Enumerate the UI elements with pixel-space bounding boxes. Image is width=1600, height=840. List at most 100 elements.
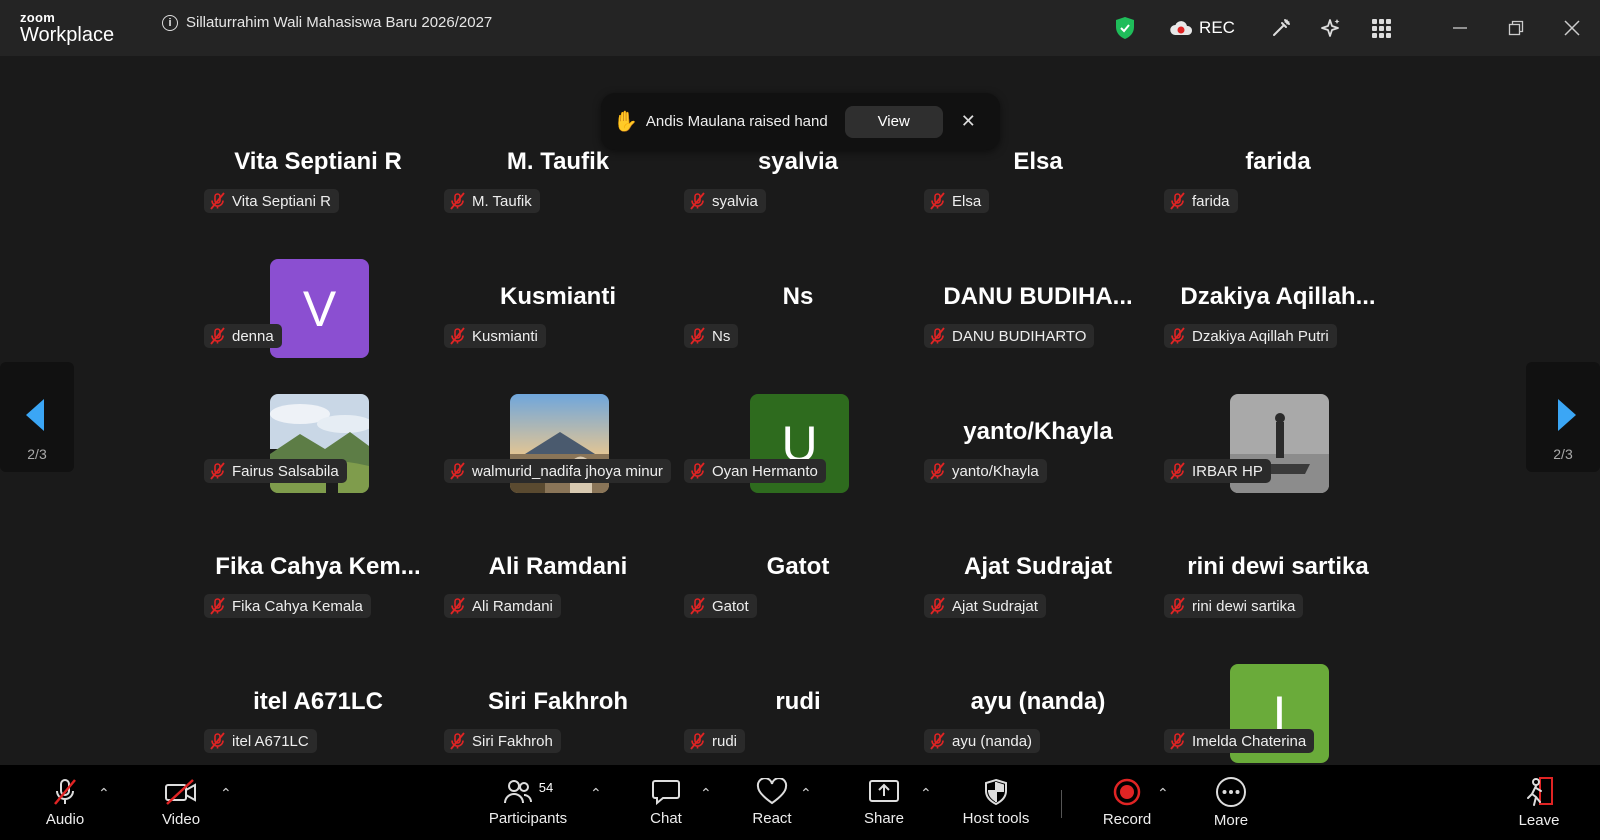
mic-muted-icon	[930, 327, 945, 345]
mic-muted-icon	[210, 732, 225, 750]
record-button[interactable]: Record	[1102, 765, 1152, 840]
close-window-icon[interactable]	[1544, 0, 1600, 56]
participant-display-name: Vita Septiani R	[234, 148, 402, 175]
notification-message: Andis Maulana raised hand	[645, 113, 828, 130]
participant-display-name: Ali Ramdani	[488, 553, 628, 580]
apps-grid-icon[interactable]	[1356, 0, 1406, 56]
mic-muted-icon	[930, 192, 945, 210]
participant-tile[interactable]: Dzakiya Aqillah... Dzakiya Aqillah Putri	[1160, 269, 1396, 397]
mic-muted-icon	[450, 192, 465, 210]
participant-tile[interactable]: Ajat Sudrajat Ajat Sudrajat	[920, 539, 1156, 667]
participants-options-chevron-up-icon[interactable]: ⌃	[590, 785, 602, 802]
info-icon[interactable]: i	[162, 14, 178, 31]
participant-tile[interactable]: U Oyan Hermanto	[680, 394, 916, 532]
host-tools-shield-icon	[985, 778, 1007, 806]
participant-name-tag: denna	[204, 324, 282, 348]
video-options-chevron-up-icon[interactable]: ⌃	[220, 785, 232, 802]
participant-display-name: Ns	[782, 283, 814, 310]
participant-name-tag: rudi	[684, 729, 746, 753]
minimize-icon[interactable]	[1432, 0, 1488, 56]
share-button[interactable]: Share	[859, 765, 909, 840]
participant-tile[interactable]: Elsa Elsa	[920, 134, 1156, 262]
participant-tile[interactable]: walmurid_nadifa jhoya minur	[440, 394, 676, 532]
participant-name-tag: Gatot	[684, 594, 757, 618]
react-options-chevron-up-icon[interactable]: ⌃	[800, 785, 812, 802]
mic-muted-icon	[930, 732, 945, 750]
arrow-right-icon	[1558, 399, 1576, 431]
audio-options-chevron-up-icon[interactable]: ⌃	[98, 785, 110, 802]
close-icon[interactable]: ✕	[961, 111, 976, 132]
participant-name-label: Ali Ramdani	[472, 597, 553, 615]
participant-name-tag: ayu (nanda)	[924, 729, 1041, 753]
participant-name-tag: Fairus Salsabila	[204, 459, 347, 483]
participant-tile[interactable]: Gatot Gatot	[680, 539, 916, 667]
next-page-button[interactable]: 2/3	[1526, 362, 1600, 472]
mic-muted-icon	[450, 597, 465, 615]
cloud-icon	[1170, 21, 1193, 35]
participant-name-tag: Fika Cahya Kemala	[204, 594, 371, 618]
participants-icon	[503, 780, 532, 804]
participant-name-label: Ajat Sudrajat	[952, 597, 1038, 615]
participant-name-label: walmurid_nadifa jhoya minur	[472, 462, 663, 480]
participant-name-tag: Vita Septiani R	[204, 189, 339, 213]
title-bar: zoom Workplace i Sillaturrahim Wali Maha…	[0, 0, 1600, 56]
participant-tile[interactable]: yanto/Khayla yanto/Khayla	[920, 404, 1156, 532]
participant-tile[interactable]: Fairus Salsabila	[200, 394, 436, 532]
video-button[interactable]: Video	[156, 765, 206, 840]
participant-name-tag: IRBAR HP	[1164, 459, 1271, 483]
chat-options-chevron-up-icon[interactable]: ⌃	[700, 785, 712, 802]
encryption-shield-icon[interactable]	[1100, 0, 1150, 56]
ai-companion-sparkle-icon[interactable]	[1306, 0, 1356, 56]
mic-muted-icon	[1170, 462, 1185, 480]
participant-tile[interactable]: Vdenna	[200, 259, 436, 397]
share-options-chevron-up-icon[interactable]: ⌃	[920, 785, 932, 802]
participant-tile[interactable]: Ns Ns	[680, 269, 916, 397]
participants-button[interactable]: 54 Participants	[486, 765, 570, 840]
participant-tile[interactable]: M. Taufik M. Taufik	[440, 134, 676, 262]
page-indicator: 2/3	[1553, 446, 1573, 462]
participant-name-label: yanto/Khayla	[952, 462, 1039, 480]
page-indicator: 2/3	[27, 446, 47, 462]
participant-name-label: M. Taufik	[472, 192, 532, 210]
participant-name-tag: walmurid_nadifa jhoya minur	[444, 459, 671, 483]
participant-tile[interactable]: Ali Ramdani Ali Ramdani	[440, 539, 676, 667]
react-button[interactable]: React	[747, 765, 797, 840]
participant-name-label: DANU BUDIHARTO	[952, 327, 1087, 345]
mic-muted-icon	[210, 597, 225, 615]
participant-name-label: Dzakiya Aqillah Putri	[1192, 327, 1329, 345]
audio-button[interactable]: Audio	[40, 765, 90, 840]
meeting-title[interactable]: i Sillaturrahim Wali Mahasiswa Baru 2026…	[162, 14, 492, 31]
view-button[interactable]: View	[844, 105, 943, 138]
mic-muted-icon	[930, 462, 945, 480]
more-button[interactable]: More	[1206, 765, 1256, 840]
arrow-left-icon	[26, 399, 44, 431]
participant-name-tag: Ns	[684, 324, 739, 348]
video-off-icon	[165, 779, 196, 805]
record-options-chevron-up-icon[interactable]: ⌃	[1157, 785, 1169, 802]
participant-tile[interactable]: syalvia syalvia	[680, 134, 916, 262]
restore-icon[interactable]	[1488, 0, 1544, 56]
participant-display-name: Elsa	[1013, 148, 1063, 175]
leave-button[interactable]: Leave	[1514, 765, 1564, 840]
participant-tile[interactable]: farida farida	[1160, 134, 1396, 262]
participant-tile[interactable]: Fika Cahya Kem... Fika Cahya Kemala	[200, 539, 436, 667]
host-tools-button[interactable]: Host tools	[952, 765, 1040, 840]
annotate-pen-icon[interactable]	[1256, 0, 1306, 56]
participant-display-name: Kusmianti	[499, 283, 616, 310]
mic-muted-icon	[690, 732, 705, 750]
mic-muted-icon	[1170, 327, 1185, 345]
participant-name-label: denna	[232, 327, 274, 345]
cloud-recording-indicator[interactable]: REC	[1162, 0, 1242, 56]
participant-tile[interactable]: DANU BUDIHA... DANU BUDIHARTO	[920, 269, 1156, 397]
chat-button[interactable]: Chat	[641, 765, 691, 840]
participant-tile[interactable]: Kusmianti Kusmianti	[440, 269, 676, 397]
participant-name-tag: Oyan Hermanto	[684, 459, 826, 483]
participant-tile[interactable]: rini dewi sartika rini dewi sartika	[1160, 539, 1396, 667]
mic-muted-icon	[690, 597, 705, 615]
participant-name-label: rini dewi sartika	[1192, 597, 1296, 615]
participant-display-name: rudi	[775, 688, 821, 715]
participant-tile[interactable]: Vita Septiani R Vita Septiani R	[200, 134, 436, 262]
participant-tile[interactable]: IRBAR HP	[1160, 394, 1396, 532]
previous-page-button[interactable]: 2/3	[0, 362, 74, 472]
participant-name-label: Imelda Chaterina	[1192, 732, 1307, 750]
